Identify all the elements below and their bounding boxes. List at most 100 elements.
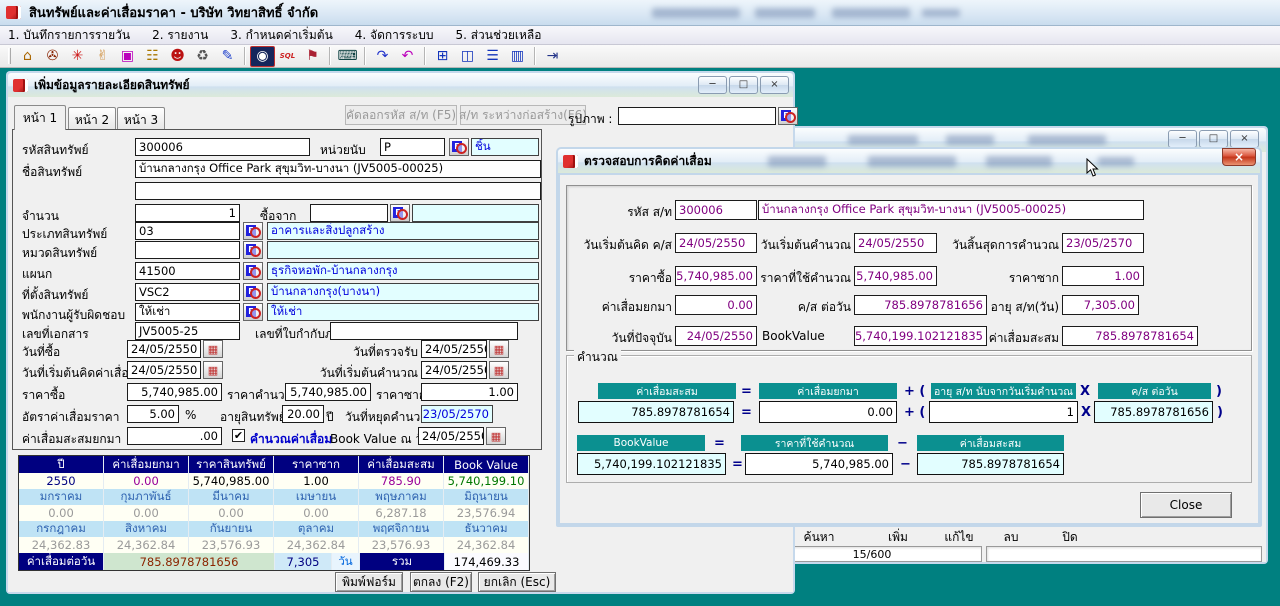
tab-page2[interactable]: หน้า 2: [68, 107, 116, 130]
accum-dep-field: 785.8978781654: [1062, 326, 1198, 346]
doc-no-field[interactable]: JV5005-25: [135, 322, 240, 340]
location-field[interactable]: VSC2: [135, 283, 240, 301]
calendar-button[interactable]: ▦: [203, 361, 223, 379]
asset-name2-field[interactable]: [135, 182, 541, 200]
edit-grid-icon[interactable]: ✎: [215, 46, 240, 67]
satellite-dish-icon[interactable]: ◉: [250, 46, 275, 67]
calendar-button[interactable]: ▦: [203, 340, 223, 358]
month-value: 23,576.93: [189, 537, 274, 553]
tile-horizontal-icon[interactable]: ☰: [480, 46, 505, 67]
life-days-field: 7,305.00: [1062, 295, 1139, 315]
dep-rate-field[interactable]: 5.00: [127, 405, 179, 423]
menu-item-defaults[interactable]: 3. กำหนดค่าเริ่มต้น: [230, 26, 332, 45]
language-flag-icon[interactable]: ⚑: [300, 46, 325, 67]
asset-type-field[interactable]: 03: [135, 222, 240, 240]
unit-lookup-button[interactable]: [449, 138, 469, 156]
menu-item-help[interactable]: 5. ส่วนช่วยเหลือ: [455, 26, 541, 45]
asset-name-field[interactable]: บ้านกลางกรุง Office Park สุขุมวิท-บางนา …: [135, 160, 541, 178]
dep-per-day-label: ค/ส ต่อวัน: [736, 298, 851, 313]
tab-page1[interactable]: หน้า 1: [14, 105, 66, 130]
copy-back-icon[interactable]: ↶: [395, 46, 420, 67]
add-button[interactable]: เพิ่ม: [876, 528, 920, 544]
accum-bf-field[interactable]: .00: [127, 427, 222, 445]
background-blur: [652, 8, 740, 18]
calendar-button[interactable]: ▦: [486, 427, 506, 445]
tab-page3[interactable]: หน้า 3: [117, 107, 165, 130]
unit-field[interactable]: P: [380, 138, 445, 156]
calc-start-field[interactable]: 24/05/2550: [421, 361, 487, 379]
trash-icon[interactable]: ♻: [190, 46, 215, 67]
life-field[interactable]: 20.00: [282, 405, 324, 423]
restore-button[interactable]: □: [1199, 130, 1228, 148]
copy-asset-code-button[interactable]: คัดลอกรหัส ส/ท (F5): [345, 105, 457, 125]
menu-item-reports[interactable]: 2. รายงาน: [152, 26, 208, 45]
dep-start-field[interactable]: 24/05/2550: [127, 361, 201, 379]
close-list-button[interactable]: ปิด: [1050, 528, 1090, 544]
buy-price-field[interactable]: 5,740,985.00: [127, 383, 222, 401]
close-button[interactable]: ×: [760, 76, 789, 94]
refresh-icon[interactable]: ✳: [65, 46, 90, 67]
restore-button[interactable]: □: [729, 76, 758, 94]
org-chart-icon[interactable]: ☷: [140, 46, 165, 67]
close-button[interactable]: ×: [1230, 130, 1259, 148]
bv-date-field[interactable]: 24/05/2550: [418, 427, 484, 445]
asset-code-field[interactable]: 300006: [135, 138, 310, 156]
calc-start-field: 24/05/2550: [854, 233, 937, 253]
asset-group-lookup-button[interactable]: [243, 241, 263, 259]
print-form-button[interactable]: พิมพ์ฟอร์ม: [335, 572, 403, 592]
tax-no-field[interactable]: [330, 322, 518, 340]
hand-icon[interactable]: ✌: [90, 46, 115, 67]
image-lookup-button[interactable]: [778, 107, 798, 125]
calendar-button[interactable]: ▦: [489, 361, 509, 379]
buy-from-field[interactable]: [310, 204, 388, 222]
minimize-button[interactable]: ─: [1168, 130, 1197, 148]
cancel-button[interactable]: ยกเลิก (Esc): [478, 572, 556, 592]
asset-group-field[interactable]: [135, 241, 240, 259]
close-button[interactable]: Close: [1140, 492, 1232, 518]
calc-start-label: วันเริ่มต้นคำนวณ: [736, 236, 851, 251]
calendar-button[interactable]: ▦: [489, 340, 509, 358]
eq1-c-chip: ค/ส ต่อวัน: [1098, 383, 1211, 399]
eq1-a-value: 0.00: [759, 401, 897, 423]
copy-forward-icon[interactable]: ↷: [370, 46, 395, 67]
eq1-c-value: 785.8978781656: [1094, 401, 1213, 423]
cascade-windows-icon[interactable]: ▥: [505, 46, 530, 67]
calc-depreciation-checkbox[interactable]: ✔: [232, 429, 245, 442]
asset-group-desc: [267, 241, 539, 259]
receive-date-field[interactable]: 24/05/2550: [421, 340, 487, 358]
quantity-field[interactable]: 1: [135, 204, 240, 222]
calc-price-field: 5,740,985.00: [854, 266, 937, 286]
month-value: 24,362.84: [444, 537, 529, 553]
home-icon[interactable]: ⌂: [15, 46, 40, 67]
department-lookup-button[interactable]: [243, 262, 263, 280]
image-field[interactable]: [618, 107, 776, 125]
calculator-icon[interactable]: ⌨: [335, 46, 360, 67]
edit-button[interactable]: แก้ไข: [934, 528, 984, 544]
delete-button[interactable]: ลบ: [994, 528, 1028, 544]
minimize-button[interactable]: ─: [698, 76, 727, 94]
dialog-close-button[interactable]: ×: [1222, 148, 1256, 166]
buy-date-field[interactable]: 24/05/2550: [127, 340, 201, 358]
maximize-window-icon[interactable]: ⊞: [430, 46, 455, 67]
sql-icon[interactable]: SQL: [275, 46, 300, 67]
video-camera-icon[interactable]: ✇: [40, 46, 65, 67]
exit-icon[interactable]: ⇥: [540, 46, 565, 67]
department-field[interactable]: 41500: [135, 262, 240, 280]
month-value: 0.00: [19, 505, 104, 521]
copy-add-icon[interactable]: ▣: [115, 46, 140, 67]
salvage-field[interactable]: 1.00: [421, 383, 518, 401]
background-blur: [848, 135, 918, 145]
location-lookup-button[interactable]: [243, 283, 263, 301]
tile-vertical-icon[interactable]: ◫: [455, 46, 480, 67]
responsible-lookup-button[interactable]: [243, 303, 263, 321]
menu-item-system[interactable]: 4. จัดการระบบ: [355, 26, 434, 45]
ok-button[interactable]: ตกลง (F2): [410, 572, 472, 592]
responsible-field[interactable]: ให้เช่า: [135, 303, 240, 321]
current-date-field: 24/05/2550: [675, 326, 757, 346]
buy-from-lookup-button[interactable]: [390, 204, 410, 222]
search-button[interactable]: ค้นหา: [790, 528, 848, 544]
calc-price-field[interactable]: 5,740,985.00: [285, 383, 371, 401]
menu-item-daily-entry[interactable]: 1. บันทึกรายการรายวัน: [8, 26, 130, 45]
delete-user-icon[interactable]: ☻: [165, 46, 190, 67]
asset-type-lookup-button[interactable]: [243, 222, 263, 240]
